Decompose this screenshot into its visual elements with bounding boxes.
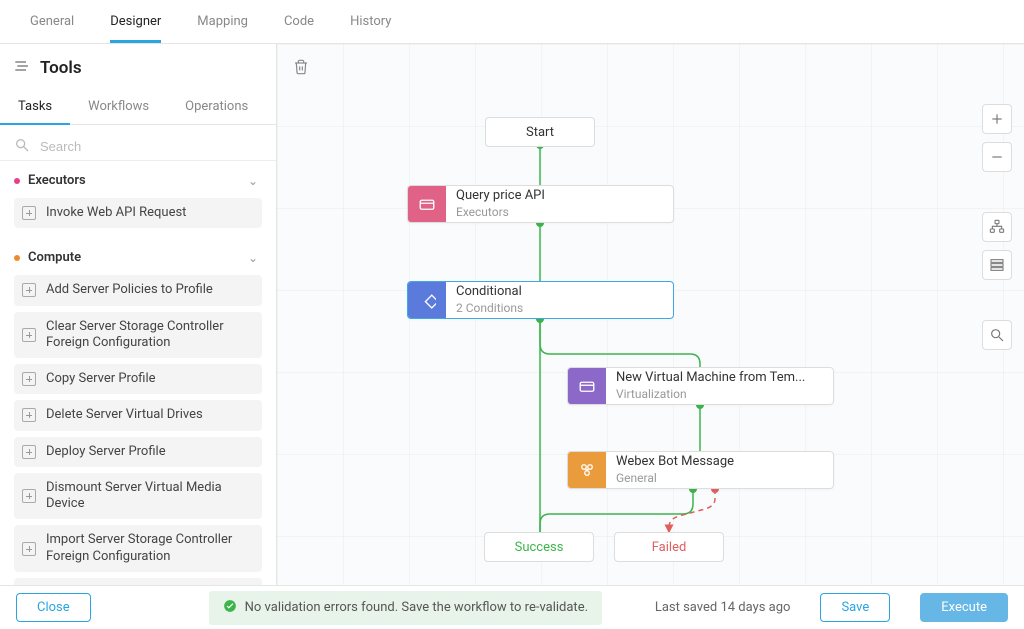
task-item[interactable]: Deploy Server Profile (14, 437, 262, 467)
node-failed-label: Failed (652, 540, 687, 555)
topnav-code[interactable]: Code (266, 0, 332, 43)
node-type-icon (408, 186, 446, 222)
node-subtitle: Virtualization (616, 387, 823, 402)
zoom-search-icon[interactable] (982, 320, 1012, 350)
topnav-designer[interactable]: Designer (92, 0, 179, 43)
trash-icon[interactable] (289, 54, 313, 84)
sidebar: Tools Tasks Workflows Operations Executo… (0, 44, 277, 585)
check-icon (223, 599, 237, 617)
plus-icon (22, 408, 36, 422)
node-type-icon (568, 452, 606, 488)
node-failed[interactable]: Failed (614, 532, 724, 562)
layout-tree-icon[interactable] (982, 212, 1012, 242)
plus-icon (22, 328, 36, 342)
close-button[interactable]: Close (16, 593, 91, 622)
topnav-general[interactable]: General (12, 0, 92, 43)
top-nav: General Designer Mapping Code History (0, 0, 1024, 44)
execute-button[interactable]: Execute (920, 593, 1008, 622)
workflow-node[interactable]: Webex Bot Message General (567, 451, 834, 489)
status-text: No validation errors found. Save the wor… (245, 600, 588, 615)
task-label: Clear Server Storage Controller Foreign … (46, 319, 254, 352)
task-item[interactable]: Add Server Policies to Profile (14, 275, 262, 305)
task-label: Deploy Server Profile (46, 444, 166, 460)
node-subtitle: 2 Conditions (456, 301, 663, 316)
task-item[interactable]: Dismount Server Virtual Media Device (14, 473, 262, 520)
plus-icon (22, 445, 36, 459)
group-name: Executors (28, 173, 86, 188)
save-button[interactable]: Save (820, 593, 890, 622)
sidebar-title: Tools (40, 58, 82, 78)
topnav-history[interactable]: History (332, 0, 409, 43)
footer-bar: Close No validation errors found. Save t… (0, 585, 1024, 629)
search-icon (14, 137, 30, 157)
task-label: Dismount Server Virtual Media Device (46, 480, 254, 513)
task-item[interactable]: Copy Server Profile (14, 364, 262, 394)
group-header-compute[interactable]: Compute ⌄ (14, 248, 262, 273)
chevron-down-icon: ⌄ (248, 251, 258, 265)
sidebar-tab-tasks[interactable]: Tasks (0, 89, 70, 124)
layout-list-icon[interactable] (982, 250, 1012, 280)
plus-icon (22, 372, 36, 386)
validation-status: No validation errors found. Save the wor… (209, 591, 602, 625)
task-item[interactable]: Delete Server Virtual Drives (14, 400, 262, 430)
zoom-out-icon[interactable] (982, 142, 1012, 172)
sidebar-tab-workflows[interactable]: Workflows (70, 89, 167, 124)
chevron-down-icon: ⌄ (248, 174, 258, 188)
plus-icon (22, 283, 36, 297)
task-label: Add Server Policies to Profile (46, 282, 213, 298)
hamburger-icon[interactable] (14, 58, 30, 78)
node-start-label: Start (526, 125, 554, 140)
search-input[interactable] (40, 139, 262, 154)
node-title: Query price API (456, 188, 663, 204)
group-header-executors[interactable]: Executors ⌄ (14, 171, 262, 196)
workflow-node[interactable]: Conditional 2 Conditions (407, 281, 674, 319)
workflow-node[interactable]: New Virtual Machine from Tem... Virtuali… (567, 367, 834, 405)
workflow-canvas[interactable]: Start Query price API Executors Conditio… (277, 44, 1024, 585)
group-name: Compute (28, 250, 81, 265)
node-subtitle: Executors (456, 205, 663, 220)
topnav-mapping[interactable]: Mapping (179, 0, 266, 43)
workflow-node[interactable]: Query price API Executors (407, 185, 674, 223)
last-saved-text: Last saved 14 days ago (655, 600, 791, 615)
dot-icon (14, 178, 20, 184)
node-success[interactable]: Success (484, 532, 594, 562)
task-item[interactable]: Import Server Storage Controller Foreign… (14, 525, 262, 572)
task-label: Import Server Storage Controller Foreign… (46, 532, 254, 565)
plus-icon (22, 489, 36, 503)
zoom-in-icon[interactable] (982, 104, 1012, 134)
node-start[interactable]: Start (485, 117, 595, 147)
node-title: Conditional (456, 284, 663, 300)
task-label: Invoke Web API Request (46, 205, 186, 221)
task-label: Copy Server Profile (46, 371, 156, 387)
dot-icon (14, 255, 20, 261)
task-item[interactable]: Invoke Web API Request (14, 198, 262, 228)
node-title: Webex Bot Message (616, 454, 823, 470)
task-item[interactable]: Mount Server Virtual Media Device (14, 578, 262, 585)
node-type-icon (408, 282, 446, 318)
plus-icon (22, 206, 36, 220)
node-title: New Virtual Machine from Tem... (616, 370, 823, 386)
sidebar-tab-operations[interactable]: Operations (167, 89, 266, 124)
node-subtitle: General (616, 471, 823, 486)
task-label: Delete Server Virtual Drives (46, 407, 203, 423)
plus-icon (22, 542, 36, 556)
node-type-icon (568, 368, 606, 404)
task-item[interactable]: Clear Server Storage Controller Foreign … (14, 312, 262, 359)
node-success-label: Success (515, 540, 564, 555)
